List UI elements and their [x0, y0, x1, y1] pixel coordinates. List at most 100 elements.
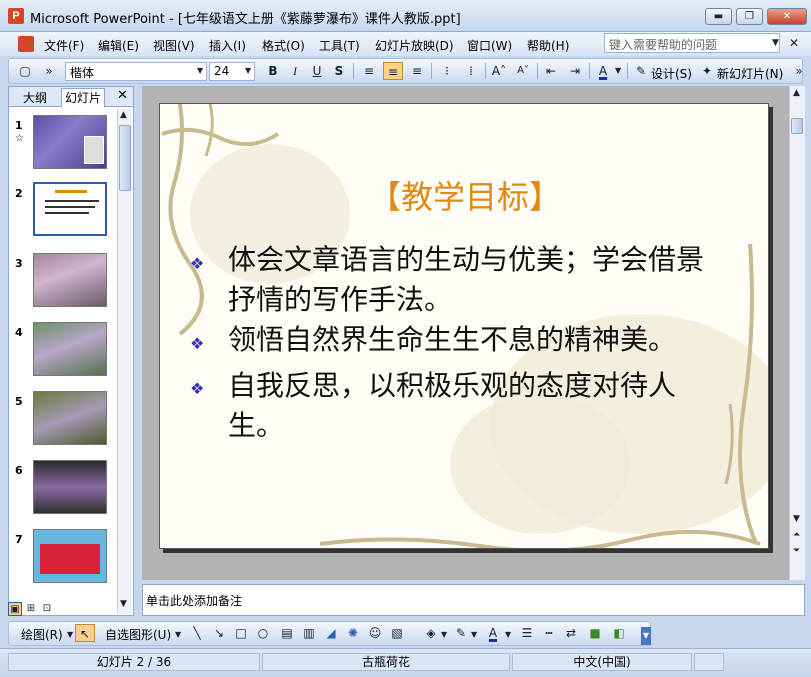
decrease-font-icon[interactable]: A˅	[513, 62, 533, 80]
slideshow-view-icon[interactable]: ⊡	[40, 602, 54, 616]
slide-thumbnail-2[interactable]	[33, 182, 107, 236]
slide-sorter-view-icon[interactable]: ⊞	[24, 602, 38, 616]
new-slide-icon[interactable]: ✦	[697, 62, 717, 80]
current-slide[interactable]: 【教学目标】 ❖ 体会文章语言的生动与优美；学会借景抒情的写作手法。 ❖ 领悟自…	[159, 103, 769, 549]
3d-style-icon[interactable]: ◧	[609, 624, 629, 642]
menu-view[interactable]: 视图(V)	[153, 37, 195, 54]
menu-file[interactable]: 文件(F)	[44, 37, 84, 54]
thumbnail-portrait	[84, 136, 104, 164]
new-document-icon[interactable]: ▢	[15, 62, 35, 80]
dash-style-icon[interactable]: ┅	[539, 624, 559, 642]
menu-window[interactable]: 窗口(W)	[467, 37, 512, 54]
bullets-icon[interactable]: ⁞	[461, 62, 481, 80]
menu-tools[interactable]: 工具(T)	[319, 37, 360, 54]
slide-thumbnail-7[interactable]	[33, 529, 107, 583]
menu-edit[interactable]: 编辑(E)	[98, 37, 139, 54]
font-name-dropdown-icon[interactable]: ▼	[197, 66, 203, 75]
italic-button[interactable]: I	[285, 62, 305, 80]
previous-slide-icon[interactable]: ⏶	[793, 530, 800, 540]
close-window-button[interactable]: ✕	[767, 8, 807, 25]
toolbar-overflow-icon[interactable]: »	[793, 62, 805, 80]
slide-thumbnail-4[interactable]	[33, 322, 107, 376]
line-color-icon[interactable]: ✎	[451, 624, 471, 642]
autoshapes-menu-button[interactable]: 自选图形(U)	[105, 626, 171, 643]
oval-tool-icon[interactable]: ○	[253, 624, 273, 642]
clipart-icon[interactable]: ☺	[365, 624, 385, 642]
help-search-input[interactable]: 键入需要帮助的问题	[604, 33, 780, 53]
diagram-icon[interactable]: ✺	[343, 624, 363, 642]
line-color-dropdown-icon[interactable]: ▼	[471, 630, 477, 639]
wordart-icon[interactable]: ◢	[321, 624, 341, 642]
font-color-icon[interactable]: A	[593, 62, 613, 80]
line-style-icon[interactable]: ☰	[517, 624, 537, 642]
slide-scroll-down-icon[interactable]: ▼	[793, 514, 800, 524]
draw-font-color-icon[interactable]: A	[483, 624, 503, 642]
bullet-text-3[interactable]: 自我反思，以积极乐观的态度对待人生。	[228, 366, 728, 446]
tab-outline[interactable]: 大纲	[23, 89, 47, 106]
close-document-icon[interactable]: ✕	[789, 36, 799, 50]
slide-thumbnail-3[interactable]	[33, 253, 107, 307]
toolbar-separator	[431, 63, 432, 79]
fill-color-dropdown-icon[interactable]: ▼	[441, 630, 447, 639]
shadow-style-icon[interactable]: ■	[585, 624, 605, 642]
font-size-dropdown-icon[interactable]: ▼	[245, 66, 251, 75]
new-slide-button[interactable]: 新幻灯片(N)	[717, 65, 783, 82]
vertical-textbox-icon[interactable]: ▥	[299, 624, 319, 642]
line-tool-icon[interactable]: ╲	[187, 624, 207, 642]
slide-scrollbar[interactable]: ▲ ▼ ⏶ ⏷	[789, 86, 805, 580]
draw-dropdown-icon[interactable]: ▼	[67, 630, 73, 639]
menu-slideshow[interactable]: 幻灯片放映(D)	[375, 37, 454, 54]
minimize-button[interactable]: ▬	[705, 8, 732, 25]
drawing-toolbar-overflow-icon[interactable]: ▼	[641, 627, 651, 645]
menu-insert[interactable]: 插入(I)	[209, 37, 246, 54]
insert-picture-icon[interactable]: ▧	[387, 624, 407, 642]
restore-button[interactable]: ❐	[736, 8, 763, 25]
panel-close-icon[interactable]: ✕	[117, 88, 128, 103]
bullet-text-1[interactable]: 体会文章语言的生动与优美；学会借景抒情的写作手法。	[228, 240, 728, 320]
panel-scroll-up-icon[interactable]: ▲	[120, 110, 127, 120]
align-center-icon[interactable]: ≡	[383, 62, 403, 80]
increase-font-icon[interactable]: A˄	[489, 62, 509, 80]
slide-thumbnail-1[interactable]	[33, 115, 107, 169]
autoshapes-dropdown-icon[interactable]: ▼	[175, 630, 181, 639]
shadow-button[interactable]: S	[329, 62, 349, 80]
panel-scroll-thumb[interactable]	[119, 125, 131, 191]
font-name-select[interactable]: 楷体	[65, 62, 207, 81]
fill-color-icon[interactable]: ◈	[421, 624, 441, 642]
panel-scrollbar[interactable]: ▲ ▼	[117, 109, 132, 614]
toolbar-separator	[353, 63, 354, 79]
arrow-tool-icon[interactable]: ↘	[209, 624, 229, 642]
powerpoint-app-icon[interactable]: P	[8, 8, 24, 24]
textbox-tool-icon[interactable]: ▤	[277, 624, 297, 642]
font-color-dropdown-icon[interactable]: ▼	[615, 66, 621, 75]
help-dropdown-icon[interactable]: ▼	[772, 38, 779, 48]
slide-scroll-up-icon[interactable]: ▲	[793, 88, 800, 98]
select-pointer-icon[interactable]: ↖	[75, 624, 95, 642]
numbering-icon[interactable]: ⁝	[437, 62, 457, 80]
align-right-icon[interactable]: ≡	[407, 62, 427, 80]
menu-format[interactable]: 格式(O)	[262, 37, 305, 54]
menu-help[interactable]: 帮助(H)	[527, 37, 569, 54]
next-slide-icon[interactable]: ⏷	[793, 546, 800, 556]
underline-button[interactable]: U	[307, 62, 327, 80]
bold-button[interactable]: B	[263, 62, 283, 80]
draw-font-color-dropdown-icon[interactable]: ▼	[505, 630, 511, 639]
normal-view-icon[interactable]: ▣	[8, 602, 22, 616]
notes-pane[interactable]: 单击此处添加备注	[142, 584, 805, 616]
design-button[interactable]: 设计(S)	[651, 65, 692, 82]
slide-title[interactable]: 【教学目标】	[160, 172, 768, 218]
decrease-indent-icon[interactable]: ⇤	[541, 62, 561, 80]
draw-menu-button[interactable]: 绘图(R)	[21, 626, 63, 643]
toolbar-options-icon[interactable]: »	[39, 62, 59, 80]
slide-thumbnail-5[interactable]	[33, 391, 107, 445]
document-icon[interactable]	[18, 36, 34, 52]
align-left-icon[interactable]: ≡	[359, 62, 379, 80]
slide-scroll-thumb[interactable]	[791, 118, 803, 134]
increase-indent-icon[interactable]: ⇥	[565, 62, 585, 80]
bullet-text-2[interactable]: 领悟自然界生命生生不息的精神美。	[228, 320, 728, 360]
tab-slides[interactable]: 幻灯片	[61, 88, 106, 107]
arrow-style-icon[interactable]: ⇄	[561, 624, 581, 642]
design-icon[interactable]: ✎	[631, 62, 651, 80]
slide-thumbnail-6[interactable]	[33, 460, 107, 514]
rectangle-tool-icon[interactable]: □	[231, 624, 251, 642]
